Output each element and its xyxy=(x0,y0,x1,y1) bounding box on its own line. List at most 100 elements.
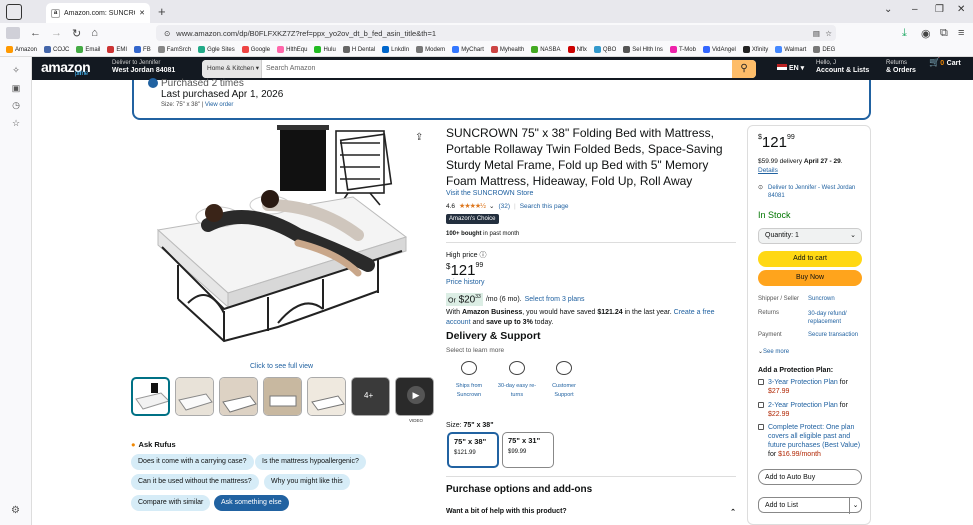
thumbnail[interactable] xyxy=(175,377,214,416)
thumbnail-more[interactable]: 4+ xyxy=(351,377,390,416)
returns-value[interactable]: 30-day refund/ replacement xyxy=(808,310,864,326)
bookmark-star-icon[interactable]: ☆ xyxy=(825,29,832,38)
support-icon[interactable] xyxy=(556,361,572,375)
tab-close-icon[interactable]: ✕ xyxy=(139,9,145,17)
protection-option-complete[interactable]: Complete Protect: One plan covers all el… xyxy=(758,423,862,459)
bookmark-item[interactable]: Google xyxy=(241,46,270,53)
close-window-icon[interactable]: ✕ xyxy=(957,4,965,15)
sidebar-toggle-icon[interactable] xyxy=(6,3,22,20)
bookmark-item[interactable]: Email xyxy=(76,46,100,53)
main-product-image[interactable] xyxy=(148,125,414,362)
size-option-selected[interactable]: 75" x 38" $121.99 xyxy=(447,432,499,468)
truck-icon[interactable] xyxy=(461,361,477,375)
bookmark-item[interactable]: Ggle Sites xyxy=(198,46,235,53)
bookmark-item[interactable]: EMI xyxy=(107,46,127,53)
bookmark-item[interactable]: VidAngel xyxy=(702,46,736,53)
video-thumbnail[interactable]: ▶ xyxy=(395,377,434,416)
info-icon[interactable]: ⓘ xyxy=(479,252,486,259)
language-select[interactable]: EN ▾ xyxy=(777,64,804,72)
maximize-icon[interactable]: ❐ xyxy=(935,4,944,15)
bookmark-item[interactable]: LnkdIn xyxy=(382,46,409,53)
add-to-list-button[interactable]: Add to List ⌄ xyxy=(758,497,862,514)
account-icon[interactable]: ◉ xyxy=(921,27,931,40)
amazon-logo[interactable]: amazon prime xyxy=(41,59,91,77)
tabs-icon[interactable]: ▣ xyxy=(11,83,21,93)
rufus-chip[interactable]: Compare with similar xyxy=(131,495,211,511)
protection-option-3yr[interactable]: 3-Year Protection Plan for $27.99 xyxy=(758,378,862,396)
view-order-link[interactable]: View order xyxy=(205,102,234,108)
quantity-select[interactable]: Quantity: 1 ⌄ xyxy=(758,228,862,244)
chevron-up-icon[interactable]: ⌃ xyxy=(730,508,736,516)
help-expander[interactable]: Want a bit of help with this product? ⌃ xyxy=(446,508,736,516)
checkbox[interactable] xyxy=(758,424,764,430)
shipper-value[interactable]: Suncrown xyxy=(808,296,835,302)
chevron-down-icon[interactable]: ⌄ xyxy=(489,202,494,210)
history-icon[interactable]: ◷ xyxy=(11,100,21,110)
search-page-link[interactable]: Search this page xyxy=(520,203,569,210)
search-input[interactable]: Search Amazon xyxy=(266,60,315,78)
returns-icon[interactable] xyxy=(509,361,525,375)
bookmarks-icon[interactable]: ☆ xyxy=(11,118,21,128)
price-history-link[interactable]: Price history xyxy=(446,279,485,286)
checkbox[interactable] xyxy=(758,402,764,408)
cart[interactable]: 🛒0 Cart xyxy=(929,58,961,68)
checkbox[interactable] xyxy=(758,379,764,385)
reload-icon[interactable]: ↻ xyxy=(72,27,81,40)
bookmark-item[interactable]: Hulu xyxy=(314,46,336,53)
tab-list-icon[interactable]: ⌄ xyxy=(884,4,892,15)
settings-icon[interactable]: ⚙ xyxy=(11,505,20,516)
reader-icon[interactable]: ▤ xyxy=(813,29,820,38)
bookmark-item[interactable]: MyChart xyxy=(452,46,484,53)
share-icon[interactable]: ⇪ xyxy=(415,132,423,143)
bookmark-item[interactable]: Myhealth xyxy=(490,46,524,53)
bookmark-item[interactable]: NASBA xyxy=(531,46,561,53)
bookmark-item[interactable]: DEG xyxy=(813,46,835,53)
star-rating-icon[interactable]: ★★★★½ xyxy=(459,202,486,210)
rating-count-link[interactable]: (32) xyxy=(498,203,510,210)
bookmark-item[interactable]: Nflx xyxy=(567,46,587,53)
deliver-location-link[interactable]: ⊙ Deliver to Jennifer - West Jordan 84081 xyxy=(758,184,862,200)
forward-icon[interactable]: → xyxy=(51,27,62,39)
minimize-icon[interactable]: – xyxy=(912,4,918,15)
site-info-icon[interactable]: ⊙ xyxy=(164,29,170,38)
sidebar-icon[interactable] xyxy=(6,27,20,39)
bookmark-item[interactable]: T-Mob xyxy=(669,46,696,53)
bookmark-item[interactable]: HlthEqu xyxy=(277,46,307,53)
delivery-item-returns[interactable]: 30-day easy re-turns xyxy=(495,382,539,400)
see-more-link[interactable]: ⌄See more xyxy=(758,348,789,355)
browser-tab-active[interactable]: a Amazon.com: SUNCROWN 75" x ✕ xyxy=(46,3,150,23)
home-icon[interactable]: ⌂ xyxy=(91,27,98,39)
thumbnail[interactable] xyxy=(131,377,170,416)
bookmark-item[interactable]: Amazon xyxy=(6,46,37,53)
returns-orders[interactable]: Returns & Orders xyxy=(886,60,916,74)
auto-buy-button[interactable]: Add to Auto Buy xyxy=(758,469,862,485)
bookmark-item[interactable]: Modem xyxy=(416,46,445,53)
thumbnail[interactable] xyxy=(219,377,258,416)
new-tab-button[interactable]: + xyxy=(158,4,166,19)
full-view-link[interactable]: Click to see full view xyxy=(250,363,313,370)
bookmark-item[interactable]: H Dental xyxy=(342,46,375,53)
thumbnail[interactable] xyxy=(307,377,346,416)
menu-icon[interactable]: ≡ xyxy=(958,27,964,39)
payment-value[interactable]: Secure transaction xyxy=(808,332,858,338)
delivery-details-link[interactable]: Details xyxy=(758,167,778,174)
thumbnail[interactable] xyxy=(263,377,302,416)
bookmark-item[interactable]: QBO xyxy=(593,46,616,53)
rufus-chip[interactable]: Can it be used without the mattress? xyxy=(131,474,259,490)
bookmark-item[interactable]: FB xyxy=(134,46,151,53)
store-link[interactable]: Visit the SUNCROWN Store xyxy=(446,190,533,197)
bookmark-item[interactable]: Walmart xyxy=(775,46,806,53)
delivery-item-support[interactable]: Customer Support xyxy=(542,382,586,400)
search-category-select[interactable]: Home & Kitchen ▾ xyxy=(202,60,262,78)
bookmark-item[interactable]: Xfinity xyxy=(742,46,768,53)
protection-option-2yr[interactable]: 2-Year Protection Plan for $22.99 xyxy=(758,401,862,419)
extensions-icon[interactable]: ⧉ xyxy=(940,27,948,40)
back-icon[interactable]: ← xyxy=(30,27,41,39)
rufus-chip[interactable]: Is the mattress hypoallergenic? xyxy=(255,454,366,470)
size-option[interactable]: 75" x 31" $99.99 xyxy=(502,432,554,468)
bookmark-item[interactable]: Sel Hlth Ins xyxy=(623,46,663,53)
deliver-to[interactable]: Deliver to Jennifer West Jordan 84081 xyxy=(112,60,175,74)
url-bar[interactable]: ⊙ www.amazon.com/dp/B0FLFXKZ7Z?ref=ppx_y… xyxy=(156,25,836,41)
buy-now-button[interactable]: Buy Now xyxy=(758,270,862,286)
select-plans-link[interactable]: Select from 3 plans xyxy=(525,296,585,303)
